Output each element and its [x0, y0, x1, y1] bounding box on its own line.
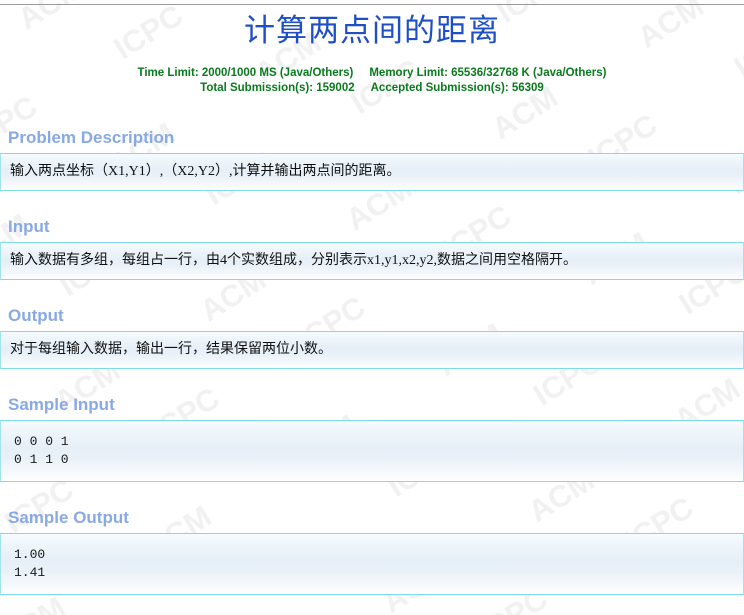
stats-line-limits: Time Limit: 2000/1000 MS (Java/Others) Me… [0, 66, 744, 81]
spacer-above-input [0, 191, 744, 217]
sample-output-body: 1.00 1.41 [14, 546, 46, 580]
time-limit-text: Time Limit: 2000/1000 MS (Java/Others) [137, 66, 354, 79]
spacer-above-description [0, 96, 744, 128]
total-submissions-text: Total Submission(s): 159002 [200, 81, 355, 94]
panel-output: 对于每组输入数据，输出一行，结果保留两位小数。 [0, 330, 744, 369]
section-heading-sample-output: Sample Output [8, 507, 129, 527]
memory-limit-text: Memory Limit: 65536/32768 K (Java/Others… [369, 66, 607, 79]
panel-description: 输入两点坐标（X1,Y1）,（X2,Y2）,计算并输出两点间的距离。 [0, 152, 744, 191]
section-input: Input 输入数据有多组，每组占一行，由4个实数组成，分别表示x1,y1,x2… [0, 217, 744, 280]
section-sample-output: Sample Output 1.00 1.41 [0, 508, 744, 595]
panel-input: 输入数据有多组，每组占一行，由4个实数组成，分别表示x1,y1,x2,y2,数据… [0, 241, 744, 280]
sample-input-body: 0 0 0 1 0 1 1 0 [14, 433, 69, 467]
output-body: 对于每组输入数据，输出一行，结果保留两位小数。 [10, 341, 332, 357]
problem-page: 计算两点间的距离 Time Limit: 2000/1000 MS (Java/… [0, 0, 744, 595]
stats-line-submissions: Total Submission(s): 159002 Accepted Subm… [0, 81, 744, 96]
section-heading-sample-input: Sample Input [8, 394, 115, 414]
panel-sample-input: 0 0 0 1 0 1 1 0 [0, 419, 744, 482]
section-heading-output: Output [8, 305, 64, 325]
page-title: 计算两点间的距离 [244, 13, 500, 48]
section-sample-input: Sample Input 0 0 0 1 0 1 1 0 [0, 395, 744, 482]
description-body: 输入两点坐标（X1,Y1）,（X2,Y2）,计算并输出两点间的距离。 [10, 163, 401, 179]
spacer-above-sample-output [0, 482, 744, 508]
section-heading-input: Input [8, 216, 50, 236]
spacer-above-sample-input [0, 369, 744, 395]
accepted-submissions-text: Accepted Submission(s): 56309 [370, 81, 544, 94]
input-body: 输入数据有多组，每组占一行，由4个实数组成，分别表示x1,y1,x2,y2,数据… [10, 252, 577, 268]
section-problem-description: Problem Description 输入两点坐标（X1,Y1）,（X2,Y2… [0, 128, 744, 191]
problem-stats: Time Limit: 2000/1000 MS (Java/Others) Me… [0, 54, 744, 96]
panel-sample-output: 1.00 1.41 [0, 532, 744, 595]
section-output: Output 对于每组输入数据，输出一行，结果保留两位小数。 [0, 306, 744, 369]
section-heading-description: Problem Description [8, 127, 175, 147]
spacer-above-output [0, 280, 744, 306]
